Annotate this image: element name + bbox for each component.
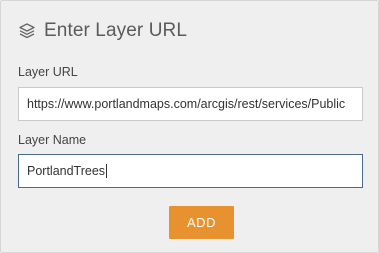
layer-url-label: Layer URL [18, 65, 78, 79]
add-button[interactable]: ADD [169, 206, 234, 239]
panel-header: Enter Layer URL [18, 18, 187, 44]
layer-name-input[interactable]: PortlandTrees [18, 154, 363, 188]
layer-name-value: PortlandTrees [27, 164, 106, 178]
layers-icon [18, 22, 36, 40]
layer-name-label: Layer Name [18, 133, 87, 147]
enter-layer-url-panel: Enter Layer URL Layer URL https://www.po… [0, 0, 379, 253]
text-cursor [106, 164, 108, 178]
layer-url-value: https://www.portlandmaps.com/arcgis/rest… [27, 97, 346, 111]
panel-title: Enter Layer URL [44, 20, 188, 41]
layer-url-input[interactable]: https://www.portlandmaps.com/arcgis/rest… [18, 87, 363, 121]
